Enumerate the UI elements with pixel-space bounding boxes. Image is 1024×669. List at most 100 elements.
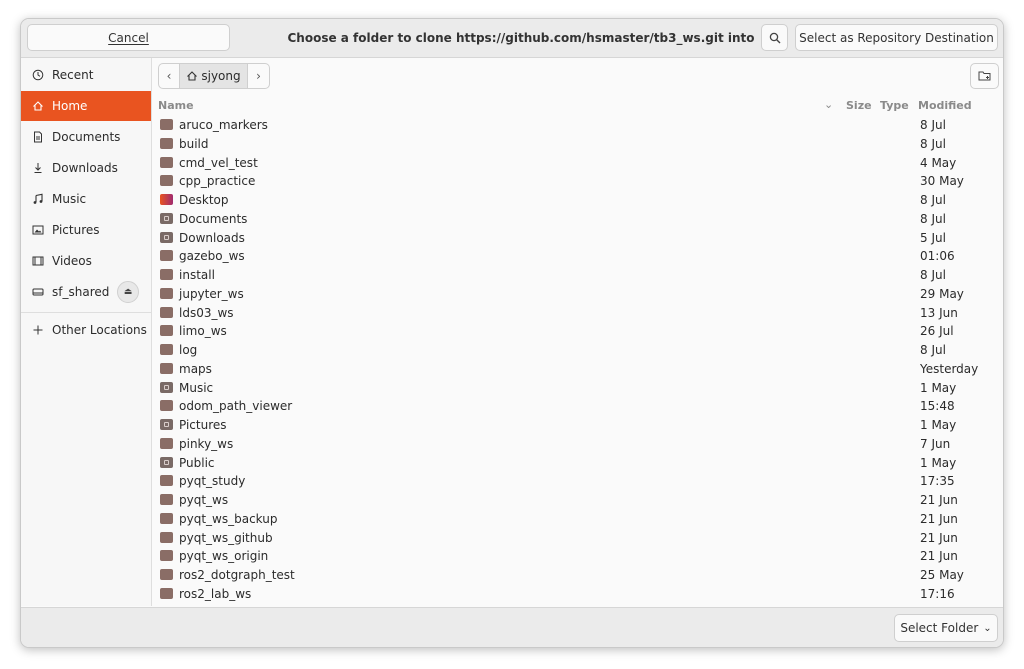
list-item[interactable]: pyqt_ws 21 Jun <box>152 491 982 510</box>
picture-icon <box>31 223 45 237</box>
chevron-left-icon: ‹ <box>166 69 172 83</box>
documents-folder-icon <box>160 212 173 224</box>
folder-icon <box>160 306 173 318</box>
sidebar-item-label: Other Locations <box>52 323 147 337</box>
file-name: pinky_ws <box>179 436 234 451</box>
music-folder-icon <box>160 381 173 393</box>
file-modified: 21 Jun <box>920 511 958 526</box>
new-folder-button[interactable] <box>970 63 999 89</box>
file-modified: 5 Jul <box>920 230 946 245</box>
list-item[interactable]: pyqt_ws_origin 21 Jun <box>152 547 982 566</box>
music-icon <box>31 192 45 206</box>
search-button[interactable] <box>761 24 788 51</box>
list-item[interactable]: Documents 8 Jul <box>152 210 982 229</box>
list-item[interactable]: ros2_dotgraph_test 25 May <box>152 566 982 585</box>
clock-icon <box>31 68 45 82</box>
chevron-down-icon: ⌄ <box>824 98 834 111</box>
column-size[interactable]: Size <box>846 99 872 112</box>
sidebar-item-label: Documents <box>52 130 121 144</box>
sidebar-item-label: Videos <box>52 254 92 268</box>
file-modified: 15:48 <box>920 399 955 414</box>
list-item[interactable]: cmd_vel_test 4 May <box>152 154 982 173</box>
file-name: lds03_ws <box>179 305 234 320</box>
path-back-button[interactable]: ‹ <box>158 63 180 89</box>
file-filter-dropdown[interactable]: Select Folder ⌄ <box>894 614 998 642</box>
sidebar-item-label: Pictures <box>52 223 100 237</box>
sidebar-item-pictures[interactable]: Pictures <box>21 215 151 245</box>
folder-icon <box>160 587 173 599</box>
list-item[interactable]: odom_path_viewer 15:48 <box>152 397 982 416</box>
list-item[interactable]: Public 1 May <box>152 454 982 473</box>
column-modified[interactable]: Modified <box>918 99 972 112</box>
folder-icon <box>160 344 173 355</box>
list-item[interactable]: limo_ws 26 Jul <box>152 322 982 341</box>
cancel-button[interactable]: Cancel <box>27 24 230 51</box>
list-item[interactable]: gazebo_ws 01:06 <box>152 247 982 266</box>
sidebar-item-sf-shared[interactable]: sf_shared ⏏ <box>21 277 151 307</box>
folder-icon <box>160 531 173 543</box>
sidebar-item-videos[interactable]: Videos <box>21 246 151 276</box>
file-name: ros2_dotgraph_test <box>179 568 295 582</box>
path-forward-button[interactable]: › <box>248 63 270 89</box>
file-name: pyqt_ws_github <box>179 530 273 545</box>
sidebar-item-label: Downloads <box>52 161 118 175</box>
cancel-label: Cancel <box>108 30 149 45</box>
sidebar-item-music[interactable]: Music <box>21 184 151 214</box>
file-modified: Yesterday <box>920 361 979 376</box>
list-item[interactable]: pinky_ws 7 Jun <box>152 435 982 454</box>
sidebar-item-other-locations[interactable]: Other Locations <box>21 315 151 345</box>
list-item[interactable]: pyqt_ws_github 21 Jun <box>152 529 982 548</box>
sidebar-divider <box>21 312 151 313</box>
column-name[interactable]: Name <box>158 99 194 112</box>
sidebar-item-documents[interactable]: Documents <box>21 122 151 152</box>
file-modified: 25 May <box>920 568 964 582</box>
list-item[interactable]: build 8 Jul <box>152 135 982 154</box>
list-item[interactable]: Desktop 8 Jul <box>152 191 982 210</box>
list-item[interactable]: Pictures 1 May <box>152 416 982 435</box>
sidebar-item-label: Home <box>52 99 88 113</box>
path-segment-home[interactable]: sjyong <box>180 63 248 89</box>
list-item[interactable]: log 8 Jul <box>152 341 982 360</box>
file-name: build <box>179 136 209 151</box>
file-modified: 1 May <box>920 380 957 395</box>
folder-icon <box>160 119 173 130</box>
file-name: Downloads <box>179 230 245 245</box>
list-item[interactable]: pyqt_study 17:35 <box>152 472 982 491</box>
list-item[interactable]: install 8 Jul <box>152 266 982 285</box>
folder-icon <box>160 512 173 524</box>
home-icon <box>186 70 198 82</box>
list-item[interactable]: pyqt_ws_backup 21 Jun <box>152 510 982 529</box>
file-modified: 21 Jun <box>920 493 958 507</box>
downloads-folder-icon <box>160 231 173 243</box>
desktop-folder-icon <box>160 194 173 205</box>
column-type[interactable]: Type <box>880 99 909 112</box>
file-modified: 8 Jul <box>920 193 946 207</box>
select-destination-button[interactable]: Select as Repository Destination <box>795 24 998 51</box>
list-item[interactable]: Music 1 May <box>152 379 982 398</box>
file-modified: 21 Jun <box>920 530 958 545</box>
file-chooser-dialog: Cancel Choose a folder to clone https://… <box>20 18 1004 648</box>
document-icon <box>31 130 45 144</box>
pictures-folder-icon <box>160 419 173 430</box>
sidebar-item-downloads[interactable]: Downloads <box>21 153 151 183</box>
list-item[interactable]: jupyter_ws 29 May <box>152 285 982 304</box>
file-name: odom_path_viewer <box>179 399 293 414</box>
list-item[interactable]: lds03_ws 13 Jun <box>152 304 982 323</box>
list-item[interactable]: cpp_practice 30 May <box>152 172 982 191</box>
chevron-down-icon: ⌄ <box>983 622 992 634</box>
list-item[interactable]: maps Yesterday <box>152 360 982 379</box>
list-item[interactable]: Downloads 5 Jul <box>152 229 982 248</box>
file-modified: 7 Jun <box>920 436 951 451</box>
sidebar-item-home[interactable]: Home <box>21 91 151 121</box>
list-item[interactable]: ros2_lab_ws 17:16 <box>152 585 982 604</box>
folder-icon <box>160 569 173 580</box>
eject-button[interactable]: ⏏ <box>117 281 139 303</box>
file-filter-label: Select Folder <box>900 621 979 635</box>
file-modified: 1 May <box>920 455 957 470</box>
file-modified: 29 May <box>920 286 964 301</box>
header-bar: Cancel Choose a folder to clone https://… <box>21 19 1003 58</box>
list-item[interactable]: aruco_markers 8 Jul <box>152 116 982 135</box>
sidebar-item-recent[interactable]: Recent <box>21 60 151 90</box>
column-headers: Name ⌄ Size Type Modified <box>152 96 982 116</box>
file-modified: 8 Jul <box>920 118 946 132</box>
